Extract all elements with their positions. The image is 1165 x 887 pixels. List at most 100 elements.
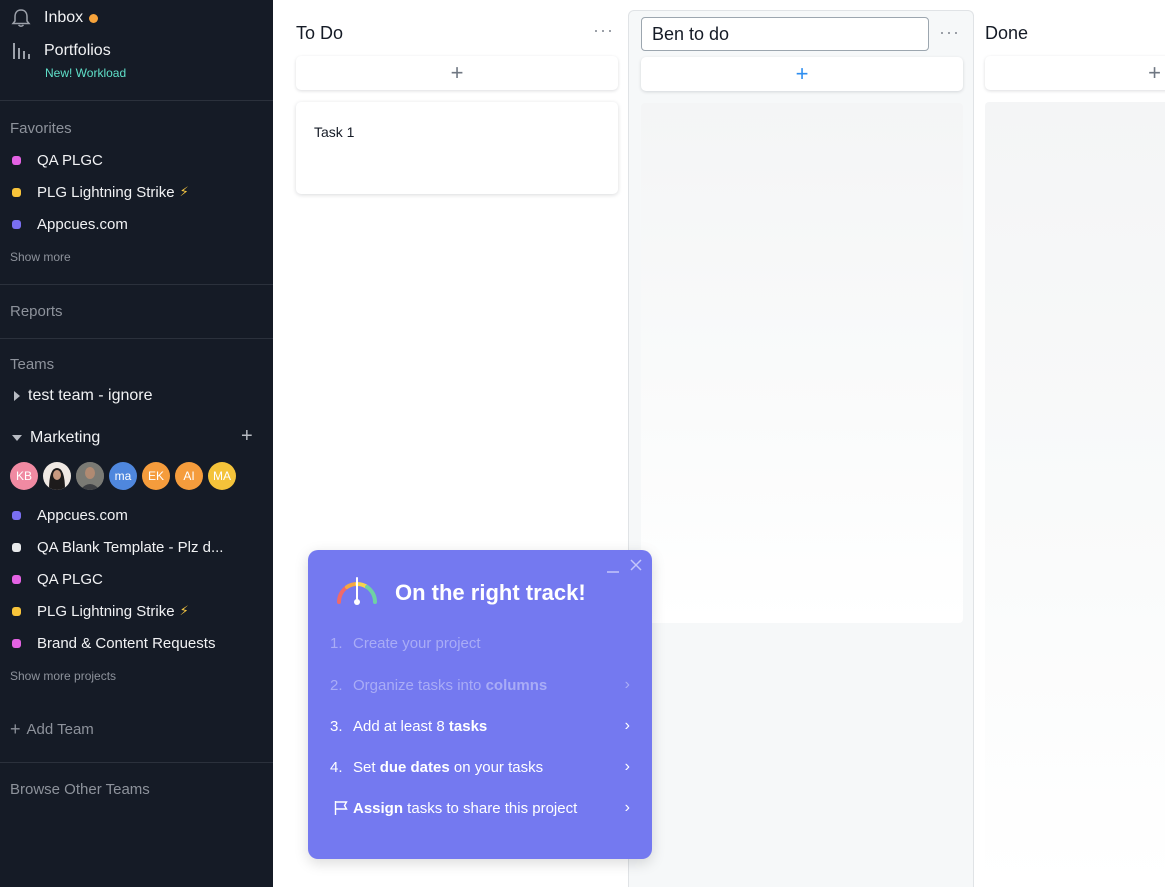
avatar[interactable]: EK [142, 462, 170, 490]
project-color-dot [12, 510, 21, 520]
column-title-input[interactable] [641, 17, 929, 51]
show-more-link[interactable]: Show more [10, 250, 71, 264]
column-drop-area [641, 103, 963, 623]
add-team-button[interactable]: + Add Team [10, 719, 94, 740]
column-title[interactable]: To Do [296, 23, 343, 44]
column-title[interactable]: Done [985, 23, 1028, 44]
minimize-icon[interactable] [606, 560, 620, 574]
step-text: Create your project [353, 635, 481, 652]
checklist-step[interactable]: 4. Set due dates on your tasks › [330, 758, 630, 776]
section-heading: Favorites [10, 120, 72, 137]
column-more-icon[interactable]: ··· [939, 22, 960, 43]
sidebar-item-label: Appcues.com [37, 506, 128, 524]
sidebar-item-label: PLG Lightning Strike [37, 602, 175, 620]
sidebar-item-favorite[interactable]: PLG Lightning Strike ⚡ [12, 182, 189, 202]
sidebar-item-project[interactable]: QA PLGC [12, 569, 103, 589]
avatar[interactable] [76, 462, 104, 490]
divider [0, 100, 273, 101]
step-text: Assign tasks to share this project [353, 799, 578, 817]
chevron-right-icon: › [624, 717, 630, 734]
project-color-dot [12, 542, 21, 552]
divider [0, 284, 273, 285]
avatar[interactable] [43, 462, 71, 490]
task-name: Task 1 [314, 124, 355, 140]
column-more-icon[interactable]: ··· [593, 20, 614, 41]
avatar[interactable]: KB [10, 462, 38, 490]
sidebar-item-project[interactable]: Appcues.com [12, 505, 128, 525]
popup-title: On the right track! [395, 580, 586, 605]
step-number: 4. [330, 758, 343, 776]
step-text: Set due dates on your tasks [353, 758, 544, 776]
person-photo-icon [43, 462, 71, 490]
new-workload-label: New! Workload [45, 66, 127, 80]
task-card[interactable]: Task 1 [296, 102, 618, 194]
sidebar-item-project[interactable]: QA Blank Template - Plz d... [12, 537, 223, 557]
sidebar-item-reports[interactable]: Reports [10, 303, 63, 320]
collapse-triangle-icon[interactable] [12, 435, 22, 441]
add-project-icon[interactable]: + [241, 425, 253, 448]
chevron-right-icon: › [624, 676, 630, 693]
plus-icon: + [10, 719, 21, 739]
team-name: Marketing [30, 429, 101, 446]
team-test-team[interactable]: test team - ignore [14, 386, 153, 406]
notification-dot [89, 13, 99, 23]
team-name: test team - ignore [28, 387, 153, 404]
step-number: 1. [330, 635, 343, 652]
checklist-step: 1. Create your project [330, 635, 630, 652]
lightning-icon: ⚡ [179, 603, 189, 618]
avatar[interactable]: ma [109, 462, 137, 490]
project-color-dot [12, 574, 21, 584]
sidebar-item-label: PLG Lightning Strike [37, 183, 175, 201]
sidebar-item-inbox[interactable]: Inbox [10, 6, 99, 30]
sidebar-item-favorite[interactable]: QA PLGC [12, 150, 103, 170]
teams-heading: Teams [10, 356, 54, 373]
divider [0, 338, 273, 339]
sidebar-item-label: QA Blank Template - Plz d... [37, 538, 224, 556]
checklist-step[interactable]: 3. Add at least 8 tasks › [330, 717, 630, 735]
new-workload-link[interactable]: New! Workload [45, 66, 126, 80]
close-icon[interactable] [629, 558, 643, 572]
checklist-step[interactable]: Assign tasks to share this project › [330, 799, 630, 817]
flag-icon [334, 801, 348, 815]
show-more-label: Show more projects [10, 669, 117, 683]
sidebar-item-label: Appcues.com [37, 215, 128, 233]
project-color-dot [12, 638, 21, 648]
onboarding-checklist-popup: On the right track! 1. Create your proje… [308, 550, 652, 859]
column-drop-area [985, 102, 1165, 887]
browse-teams-label: Browse Other Teams [10, 781, 150, 798]
sidebar-item-project[interactable]: Brand & Content Requests [12, 633, 215, 653]
step-number: 3. [330, 717, 343, 735]
person-photo-icon [76, 462, 104, 490]
favorites-heading[interactable]: Favorites [10, 120, 72, 137]
section-heading: Teams [10, 356, 55, 373]
sidebar-item-favorite[interactable]: Appcues.com [12, 214, 128, 234]
avatar[interactable]: AI [175, 462, 203, 490]
board-column: ··· + [628, 10, 974, 887]
add-task-button[interactable]: + [296, 56, 618, 90]
project-color-dot [12, 219, 21, 229]
lightning-icon: ⚡ [179, 184, 189, 199]
show-more-label: Show more [10, 250, 71, 264]
team-marketing[interactable]: Marketing + [12, 425, 262, 448]
section-heading: Reports [10, 303, 63, 320]
progress-gauge-icon [336, 577, 378, 605]
sidebar-item-portfolios[interactable]: Portfolios [10, 39, 111, 63]
show-more-projects-link[interactable]: Show more projects [10, 669, 116, 683]
sidebar-item-project[interactable]: PLG Lightning Strike ⚡ [12, 601, 189, 621]
add-team-label: Add Team [26, 721, 94, 738]
avatar[interactable]: MA [208, 462, 236, 490]
sidebar-item-label: QA PLGC [37, 151, 103, 169]
project-color-dot [12, 187, 21, 197]
project-color-dot [12, 606, 21, 616]
checklist-step[interactable]: 2. Organize tasks into columns › [330, 676, 630, 694]
add-task-button[interactable]: + [985, 56, 1165, 90]
bar-chart-icon [13, 43, 30, 59]
sidebar-item-label: QA PLGC [37, 570, 103, 588]
sidebar-item-label: Inbox [44, 9, 84, 26]
add-task-button[interactable]: + [641, 57, 963, 91]
step-text: Organize tasks into columns [353, 676, 548, 694]
project-color-dot [12, 155, 21, 165]
expand-triangle-icon[interactable] [14, 391, 20, 401]
browse-other-teams-link[interactable]: Browse Other Teams [10, 781, 150, 798]
sidebar-item-label: Brand & Content Requests [37, 634, 216, 652]
